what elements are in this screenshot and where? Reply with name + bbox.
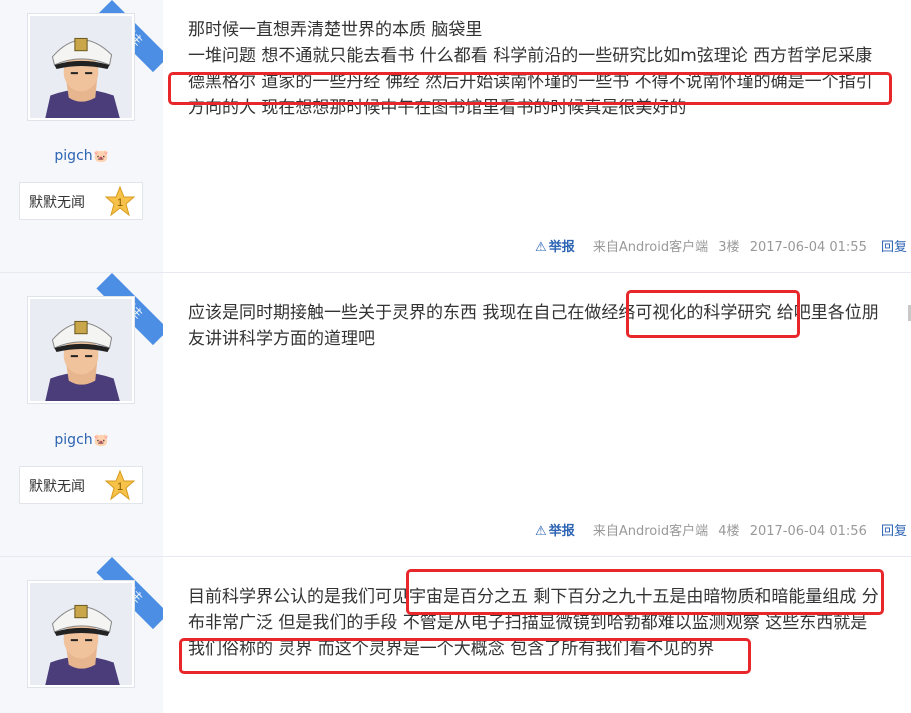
- avatar-image: [30, 299, 132, 401]
- post-floor-4: 楼主 pigch🐷 默默无闻 1 应该是同时期接触一些关于灵: [0, 273, 911, 556]
- level-star-icon: 1: [104, 185, 136, 217]
- avatar-image: [30, 16, 132, 118]
- post-source: 来自Android客户端: [592, 240, 709, 255]
- content-line: 一堆问题 想不通就只能去看书 什么都看 科学前沿的一些研究比如m弦理论 西方哲学…: [188, 46, 873, 66]
- post-source: 来自Android客户端: [592, 524, 709, 539]
- user-level-badge[interactable]: 默默无闻 1: [19, 182, 143, 220]
- pig-icon: 🐷: [93, 149, 109, 163]
- level-star-icon: 1: [104, 469, 136, 501]
- floor-number: 4楼: [718, 524, 740, 539]
- avatar[interactable]: [27, 296, 135, 404]
- floor-number: 3楼: [718, 240, 740, 255]
- username: pigch: [54, 432, 93, 448]
- warning-icon: ⚠: [535, 240, 547, 255]
- username-link[interactable]: pigch🐷: [0, 148, 163, 164]
- report-link[interactable]: ⚠ 举报: [535, 524, 581, 539]
- author-sidebar: 楼主 pigch🐷 默默无闻 1: [0, 273, 163, 556]
- post-tail: ⚠ 举报 来自Android客户端 3楼 2017-06-04 01:55 回复: [535, 236, 907, 255]
- highlight-box: [406, 569, 884, 615]
- pig-icon: 🐷: [93, 433, 109, 447]
- content-line: 那时候一直想弄清楚世界的本质 脑袋里: [188, 20, 483, 40]
- post-time: 2017-06-04 01:56: [749, 524, 867, 539]
- report-label: 举报: [548, 524, 575, 539]
- level-title: 默默无闻: [29, 479, 85, 495]
- author-sidebar: 楼主 pigch🐷 默默无闻 1: [0, 0, 163, 272]
- report-link[interactable]: ⚠ 举报: [535, 240, 581, 255]
- reply-button[interactable]: 回复: [881, 240, 907, 255]
- avatar-image: [30, 583, 132, 685]
- post-content: 那时候一直想弄清楚世界的本质 脑袋里 一堆问题 想不通就只能去看书 什么都看 科…: [188, 17, 903, 121]
- highlight-box: [179, 638, 751, 674]
- username-link[interactable]: pigch🐷: [0, 432, 163, 448]
- report-label: 举报: [548, 240, 575, 255]
- warning-icon: ⚠: [535, 524, 547, 539]
- highlight-box: [626, 290, 800, 338]
- post-tail: ⚠ 举报 来自Android客户端 4楼 2017-06-04 01:56 回复: [535, 520, 907, 539]
- post-time: 2017-06-04 01:55: [749, 240, 867, 255]
- reply-button[interactable]: 回复: [881, 524, 907, 539]
- avatar[interactable]: [27, 13, 135, 121]
- level-title: 默默无闻: [29, 195, 85, 211]
- post-floor-3: 楼主 pigch🐷 默默无闻 1 那时候一直想弄清楚世界的本: [0, 0, 911, 272]
- level-number: 1: [117, 481, 123, 493]
- user-level-badge[interactable]: 默默无闻 1: [19, 466, 143, 504]
- post-floor-5: 楼主 目前科学界公认的是我们可见宇宙是百分之五 剩下百分之九十五是由暗物质和暗能…: [0, 557, 911, 713]
- author-sidebar: 楼主: [0, 557, 163, 713]
- highlight-box: [168, 72, 892, 105]
- level-number: 1: [117, 197, 123, 209]
- username: pigch: [54, 148, 93, 164]
- avatar[interactable]: [27, 580, 135, 688]
